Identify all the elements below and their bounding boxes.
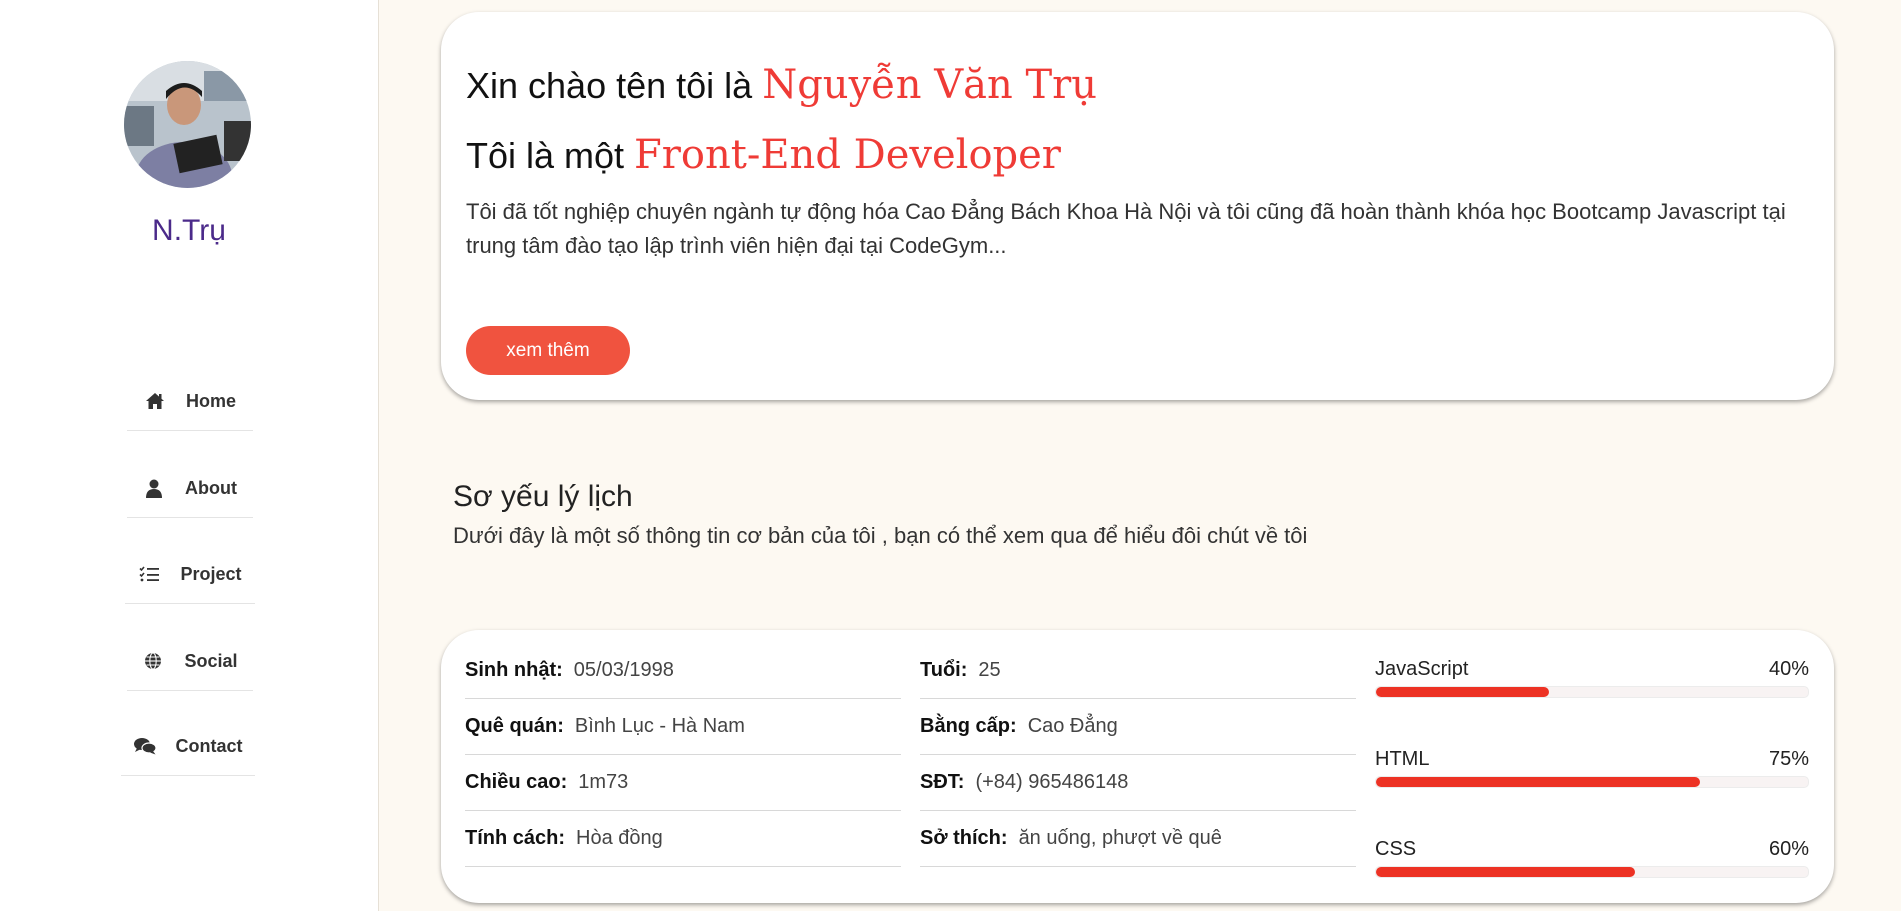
info-label: Sở thích: xyxy=(920,827,1008,849)
home-icon xyxy=(144,390,166,412)
brand-name: N.Trụ xyxy=(152,214,226,247)
nav-about[interactable]: About xyxy=(127,459,253,518)
info-label: Bằng cấp: xyxy=(920,715,1017,737)
nav-project[interactable]: Project xyxy=(125,545,255,604)
nav-about-label: About xyxy=(185,477,237,498)
skill-percent: 60% xyxy=(1768,838,1809,860)
role-title: Front-End Developer xyxy=(634,132,1061,178)
skill-progress-track xyxy=(1375,866,1809,878)
info-age: Tuổi: 25 xyxy=(920,643,1356,699)
info-hometown: Quê quán: Bình Lục - Hà Nam xyxy=(465,699,901,755)
skill-css: CSS 60% xyxy=(1375,838,1809,878)
info-label: Sinh nhật: xyxy=(465,659,563,681)
info-label: Tính cách: xyxy=(465,827,566,849)
nav-contact[interactable]: Contact xyxy=(121,717,255,776)
info-hobbies: Sở thích: ăn uống, phượt về quê xyxy=(920,811,1356,867)
greeting-prefix: Xin chào tên tôi là xyxy=(466,65,763,106)
user-icon xyxy=(143,477,165,499)
info-value: Hòa đồng xyxy=(576,827,663,849)
skill-progress-fill xyxy=(1376,687,1549,697)
info-label: Tuổi: xyxy=(920,659,968,681)
nav-home-label: Home xyxy=(185,390,236,411)
skill-percent: 75% xyxy=(1768,748,1809,770)
nav-social[interactable]: Social xyxy=(127,632,253,691)
info-height: Chiều cao: 1m73 xyxy=(465,755,901,811)
page-scrollbar[interactable] xyxy=(1889,0,1901,911)
skill-javascript: JavaScript 40% xyxy=(1375,658,1809,698)
info-personality: Tính cách: Hòa đồng xyxy=(465,811,901,867)
info-birthday: Sinh nhật: 05/03/1998 xyxy=(465,643,901,699)
info-label: Quê quán: xyxy=(465,715,564,737)
info-value: 25 xyxy=(978,659,1001,681)
info-value: 05/03/1998 xyxy=(573,659,674,681)
nav-home[interactable]: Home xyxy=(127,372,253,431)
skill-percent: 40% xyxy=(1768,658,1809,680)
info-value: (+84) 965486148 xyxy=(975,771,1129,793)
skill-name: CSS xyxy=(1375,838,1417,860)
skill-progress-fill xyxy=(1376,867,1636,877)
globe-icon xyxy=(142,650,164,672)
intro-description: Tôi đã tốt nghiệp chuyên ngành tự động h… xyxy=(466,199,1786,258)
info-degree: Bằng cấp: Cao Đẳng xyxy=(920,699,1356,755)
skill-name: JavaScript xyxy=(1375,658,1469,680)
intro-name: Nguyễn Văn Trụ xyxy=(762,62,1098,108)
comments-icon xyxy=(133,735,156,757)
info-value: Cao Đẳng xyxy=(1027,715,1118,737)
role-prefix: Tôi là một xyxy=(466,135,635,176)
info-value: Bình Lục - Hà Nam xyxy=(574,715,745,737)
skill-progress-fill xyxy=(1376,777,1700,787)
read-more-button[interactable]: xem thêm xyxy=(466,326,630,375)
nav-contact-label: Contact xyxy=(175,735,243,756)
nav-project-label: Project xyxy=(180,563,242,584)
info-phone: SĐT: (+84) 965486148 xyxy=(920,755,1356,811)
skill-progress-track xyxy=(1375,776,1809,788)
info-value: ăn uống, phượt về quê xyxy=(1018,827,1222,849)
intro-card: Xin chào tên tôi là Nguyễn Văn Trụ Tôi l… xyxy=(441,12,1834,400)
nav-social-label: Social xyxy=(184,650,238,671)
skill-html: HTML 75% xyxy=(1375,748,1809,788)
sidebar: N.Trụ Home About Project Social Contact xyxy=(0,0,379,911)
list-check-icon xyxy=(138,563,160,585)
intro-role: Tôi là một Front-End Developer xyxy=(466,132,1061,178)
avatar xyxy=(124,61,251,188)
info-label: Chiều cao: xyxy=(465,771,568,793)
skill-progress-track xyxy=(1375,686,1809,698)
skill-name: HTML xyxy=(1375,748,1430,770)
info-label: SĐT: xyxy=(920,771,965,793)
intro-greeting: Xin chào tên tôi là Nguyễn Văn Trụ xyxy=(466,62,1097,108)
resume-subtitle: Dưới đây là một số thông tin cơ bản của … xyxy=(453,523,1308,548)
info-card: Sinh nhật: 05/03/1998 Quê quán: Bình Lục… xyxy=(441,630,1834,903)
info-value: 1m73 xyxy=(578,771,629,793)
resume-title: Sơ yếu lý lịch xyxy=(453,480,633,513)
